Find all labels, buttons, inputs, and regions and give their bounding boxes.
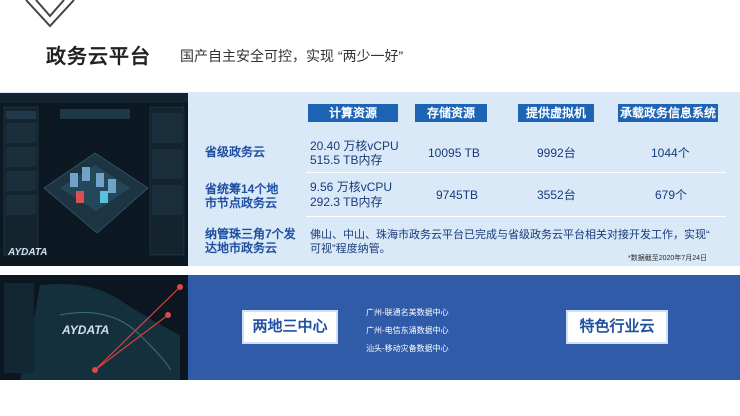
page-subtitle: 国产自主安全可控，实现 “两少一好” xyxy=(180,48,404,64)
column-header-storage: 存储资源 xyxy=(415,104,487,122)
cell-compute-cpu: 9.56 万核vCPU xyxy=(310,180,393,194)
row-description-line1: 佛山、中山、珠海市政务云平台已完成与省级政务云平台相关对接开发工作，实现“ xyxy=(310,229,710,241)
dashboard-brand-top: AYDATA xyxy=(8,247,48,258)
row-divider xyxy=(306,172,726,173)
dashboard-brand-bottom: AYDATA xyxy=(62,323,110,337)
two-sites-three-centers-box: 两地三中心 xyxy=(242,310,338,344)
row-description-line2: 可视”程度纳管。 xyxy=(310,243,391,255)
datacenter-item: 广州-电信东涌数据中心 xyxy=(366,326,449,335)
row-label-prd-line1: 纳管珠三角7个发 xyxy=(205,227,296,241)
cell-storage: 9745TB xyxy=(436,188,479,202)
cell-systems: 679个 xyxy=(655,188,688,202)
industry-cloud-box: 特色行业云 xyxy=(566,310,668,344)
column-header-vms: 提供虚拟机 xyxy=(518,104,594,122)
column-header-compute: 计算资源 xyxy=(308,104,398,122)
datacenter-item: 广州-联通名美数据中心 xyxy=(366,308,449,317)
cell-compute-memory: 292.3 TB内存 xyxy=(310,195,383,209)
page-title: 政务云平台 xyxy=(46,46,151,68)
row-label-city-line2: 市节点政务云 xyxy=(205,196,278,210)
row-label-prd-line2: 达地市政务云 xyxy=(205,241,278,255)
cell-systems: 1044个 xyxy=(651,146,690,160)
cell-compute-memory: 515.5 TB内存 xyxy=(310,153,383,167)
chevron-logo-icon xyxy=(25,0,75,28)
dashboard-screenshot-bottom: AYDATA xyxy=(0,275,188,380)
row-label-city-line1: 省统筹14个地 xyxy=(205,182,279,196)
dashboard-illustration xyxy=(0,93,188,266)
datacenter-item: 汕头-移动灾备数据中心 xyxy=(366,344,449,353)
cell-storage: 10095 TB xyxy=(428,146,480,160)
data-date-note: *数据截至2020年7月24日 xyxy=(628,255,707,262)
cell-vms: 9992台 xyxy=(537,146,576,160)
column-header-systems: 承载政务信息系统 xyxy=(618,104,718,122)
cell-vms: 3552台 xyxy=(537,188,576,202)
row-divider xyxy=(306,216,726,217)
row-label-provincial: 省级政务云 xyxy=(205,145,266,159)
dashboard-screenshot-top: AYDATA xyxy=(0,93,188,266)
cell-compute-cpu: 20.40 万核vCPU xyxy=(310,139,399,153)
